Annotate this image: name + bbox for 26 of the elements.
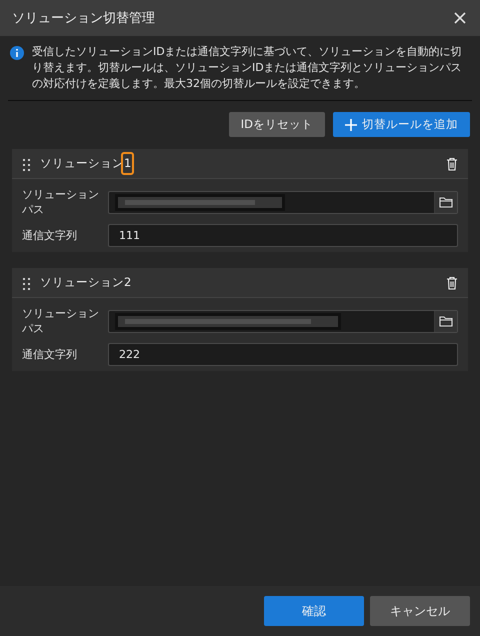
add-rule-button[interactable]: 切替ルールを追加: [333, 112, 470, 137]
text-field[interactable]: 222: [108, 343, 458, 366]
info-icon: [10, 46, 24, 60]
browse-button[interactable]: [434, 310, 457, 332]
trash-icon[interactable]: [446, 276, 458, 290]
info-text: 受信したソリューションIDまたは通信文字列に基づいて、ソリューションを自動的に切り替えます。切替ルールは、ソリューションIDまたは通信文字列とソリューションパスの対応付けを定義します。最大32個の切替ルールを設定できます。: [32, 44, 462, 92]
drag-handle-icon[interactable]: [22, 276, 32, 290]
plus-icon: [345, 118, 357, 130]
drag-handle-icon[interactable]: [22, 156, 32, 170]
confirm-button[interactable]: 確認: [264, 596, 364, 626]
field-label: 通信文字列: [22, 347, 78, 362]
reset-id-button[interactable]: IDをリセット: [228, 112, 325, 137]
folder-icon: [439, 315, 453, 327]
close-icon[interactable]: [454, 12, 466, 24]
folder-icon: [439, 196, 453, 208]
trash-icon[interactable]: [446, 156, 458, 170]
path-field[interactable]: [108, 190, 458, 214]
window-title: ソリューション切替管理: [12, 10, 155, 27]
field-label: ソリューションパス: [22, 187, 100, 217]
path-field[interactable]: [108, 310, 458, 332]
browse-button[interactable]: [434, 192, 457, 212]
text-field[interactable]: 111: [108, 224, 458, 247]
cancel-button[interactable]: キャンセル: [370, 596, 470, 626]
field-label: 通信文字列: [22, 228, 78, 243]
field-label: ソリューションパス: [22, 306, 100, 336]
rule-name: ソリューション2: [40, 275, 132, 290]
